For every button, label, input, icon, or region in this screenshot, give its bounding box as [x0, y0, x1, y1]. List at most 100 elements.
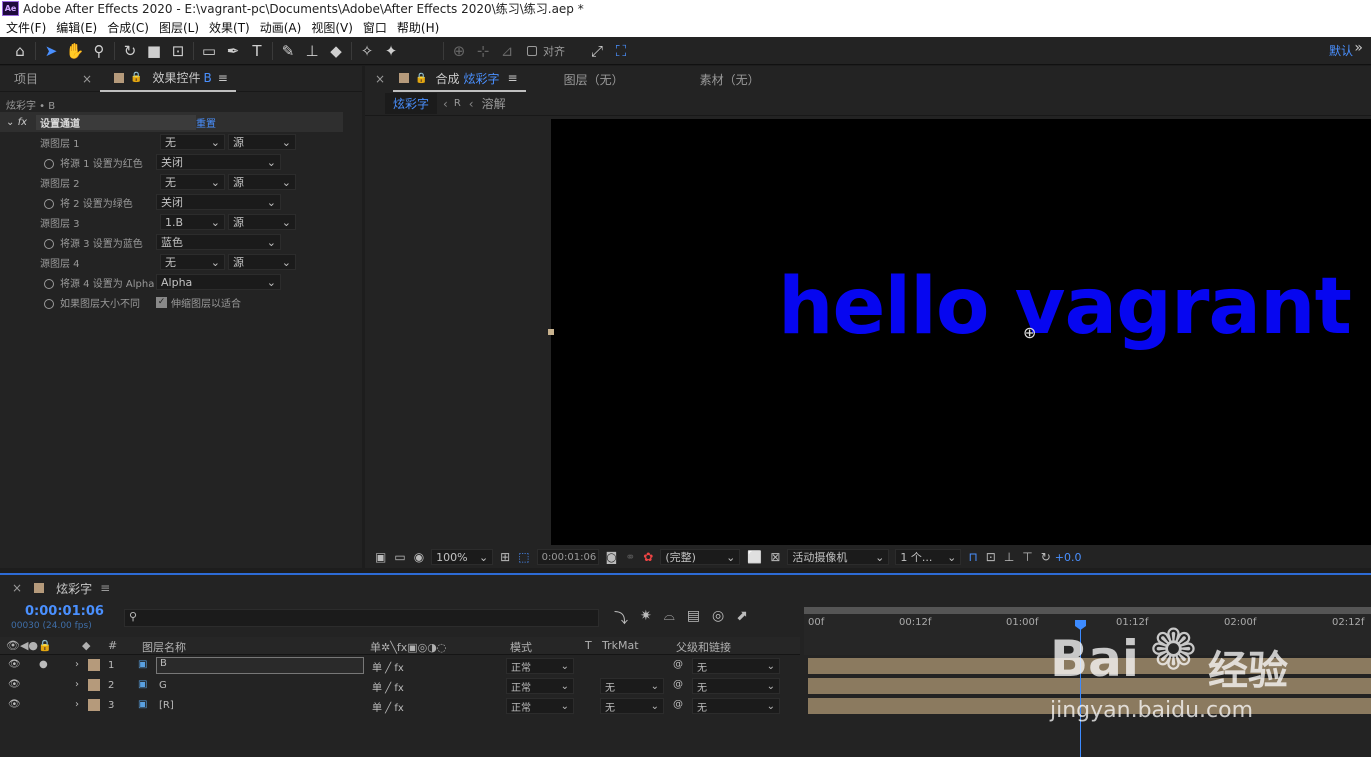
- camera-snapshot-icon[interactable]: ◙: [606, 550, 618, 564]
- menu-effect[interactable]: 效果(T): [209, 19, 250, 36]
- fit-checkbox[interactable]: ✓ 伸缩图层以适合: [156, 295, 241, 310]
- views-dropdown[interactable]: 1 个... ⌄: [895, 549, 962, 565]
- brush-tool-icon[interactable]: ✎: [276, 40, 300, 62]
- eraser-tool-icon[interactable]: ◆: [324, 40, 348, 62]
- motion-blur-icon[interactable]: ◎: [712, 608, 724, 628]
- menu-animation[interactable]: 动画(A): [260, 19, 302, 36]
- local-axis-icon[interactable]: ⊕: [447, 40, 471, 62]
- close-icon[interactable]: ×: [74, 72, 100, 86]
- source-layer-1-dropdown[interactable]: 无 ⌄: [160, 134, 225, 150]
- anchor-point-icon[interactable]: ⊕: [1023, 323, 1036, 342]
- trkmat-dropdown[interactable]: 无 ⌄: [600, 678, 664, 694]
- eye-icon[interactable]: 👁: [8, 679, 21, 690]
- reset-exposure-icon[interactable]: ↻: [1041, 550, 1051, 564]
- pen-tool-icon[interactable]: ✒: [221, 40, 245, 62]
- menu-file[interactable]: 文件(F): [6, 19, 46, 36]
- monitor-icon[interactable]: ▭: [394, 550, 405, 564]
- transparency-grid-icon[interactable]: ⊠: [770, 550, 780, 564]
- parent-dropdown[interactable]: 无 ⌄: [692, 658, 780, 674]
- panel-menu-icon[interactable]: ≡: [508, 71, 518, 85]
- menu-view[interactable]: 视图(V): [311, 19, 353, 36]
- shy-icon[interactable]: ⌓: [664, 608, 675, 628]
- preview-icon[interactable]: ▣: [375, 550, 386, 564]
- alpha-channel-dropdown[interactable]: Alpha ⌄: [156, 274, 281, 290]
- show-snapshot-icon[interactable]: ⚭: [625, 550, 635, 564]
- current-time-field[interactable]: 0:00:01:06: [536, 549, 599, 565]
- parent-dropdown[interactable]: 无 ⌄: [692, 678, 780, 694]
- toggle-pixel-icon[interactable]: ⊓: [968, 550, 977, 564]
- camera-tool-icon[interactable]: ■: [142, 40, 166, 62]
- layer-name[interactable]: [R]: [159, 700, 174, 711]
- layer-bar[interactable]: [808, 658, 1371, 674]
- timeline-icon[interactable]: ⊥: [1004, 550, 1014, 564]
- source-layer-2-dropdown[interactable]: 无 ⌄: [160, 174, 225, 190]
- rectangle-tool-icon[interactable]: ▭: [197, 40, 221, 62]
- stopwatch-icon[interactable]: [44, 278, 54, 289]
- frame-blending-icon[interactable]: ▤: [687, 608, 700, 628]
- work-area-bar[interactable]: [804, 607, 1371, 614]
- type-tool-icon[interactable]: T: [245, 40, 269, 62]
- layer-label-color[interactable]: [88, 679, 100, 691]
- roto-brush-tool-icon[interactable]: ✧: [355, 40, 379, 62]
- parent-dropdown[interactable]: 无 ⌄: [692, 698, 780, 714]
- selection-tool-icon[interactable]: ➤: [39, 40, 63, 62]
- flowchart-icon[interactable]: ⊤: [1022, 550, 1032, 564]
- workspace-default[interactable]: 默认: [1329, 42, 1353, 59]
- snap-feature-icon[interactable]: ⛶: [609, 40, 633, 62]
- region-icon[interactable]: ⬚: [518, 550, 529, 564]
- source-layer-1-mode-dropdown[interactable]: 源 ⌄: [228, 134, 296, 150]
- timeline-current-time[interactable]: 0:00:01:06: [25, 604, 104, 619]
- close-icon[interactable]: ×: [365, 72, 393, 86]
- clone-stamp-tool-icon[interactable]: ⊥: [300, 40, 324, 62]
- hand-tool-icon[interactable]: ✋: [63, 40, 87, 62]
- table-row[interactable]: 👁 › 2 ▣ G 单 ╱ fx 正常 ⌄ 无 ⌄ @ 无 ⌄: [0, 676, 800, 696]
- snap-checkbox[interactable]: [527, 45, 537, 56]
- workspace-menu-icon[interactable]: »: [1354, 40, 1363, 56]
- tab-project[interactable]: 项目: [0, 70, 46, 87]
- switches-icons[interactable]: 单 ╱ fx: [372, 679, 404, 694]
- layer-name[interactable]: B: [156, 657, 364, 674]
- current-time-indicator[interactable]: [1080, 628, 1081, 757]
- menu-window[interactable]: 窗口: [363, 19, 387, 36]
- table-row[interactable]: 👁 ● › 1 ▣ B 单 ╱ fx 正常 ⌄ @ 无 ⌄: [0, 656, 800, 676]
- layer-label-color[interactable]: [88, 699, 100, 711]
- timeline-search-input[interactable]: ⚲: [124, 609, 599, 627]
- switches-icons[interactable]: 单 ╱ fx: [372, 699, 404, 714]
- red-channel-dropdown[interactable]: 关闭 ⌄: [156, 154, 281, 170]
- snap-target-icon[interactable]: ⤢: [585, 40, 609, 62]
- draft-3d-icon[interactable]: ✷: [640, 608, 652, 628]
- home-icon[interactable]: ⌂: [8, 40, 32, 62]
- pan-behind-tool-icon[interactable]: ⊡: [166, 40, 190, 62]
- resolution-dropdown[interactable]: (完整) ⌄: [660, 549, 741, 565]
- comp-flowchart-icon[interactable]: ⤵: [614, 608, 628, 628]
- rotate-tool-icon[interactable]: ↻: [118, 40, 142, 62]
- blend-mode-dropdown[interactable]: 正常 ⌄: [506, 658, 574, 674]
- menu-edit[interactable]: 编辑(E): [56, 19, 97, 36]
- tab-composition[interactable]: 🔒 合成 炫彩字 ≡: [393, 66, 526, 92]
- time-ruler[interactable]: 00f 00:12f 01:00f 01:12f 02:00f 02:12f: [804, 607, 1371, 655]
- roi-icon[interactable]: ⬜: [747, 550, 762, 564]
- panel-menu-icon[interactable]: ≡: [218, 71, 228, 85]
- source-layer-3-mode-dropdown[interactable]: 源 ⌄: [228, 214, 296, 230]
- blend-mode-dropdown[interactable]: 正常 ⌄: [506, 698, 574, 714]
- graph-editor-icon[interactable]: ⬈: [736, 608, 748, 628]
- effect-reset-link[interactable]: 重置: [196, 115, 216, 130]
- layer-handle[interactable]: [548, 329, 554, 335]
- eye-icon[interactable]: 👁: [8, 699, 21, 710]
- pickwhip-icon[interactable]: @: [673, 659, 683, 670]
- stopwatch-icon[interactable]: [44, 158, 54, 169]
- breadcrumb-item[interactable]: 炫彩字: [385, 93, 438, 114]
- stopwatch-icon[interactable]: [44, 298, 54, 309]
- camera-dropdown[interactable]: 活动摄像机 ⌄: [787, 549, 890, 565]
- stopwatch-icon[interactable]: [44, 198, 54, 209]
- layer-label-color[interactable]: [88, 659, 100, 671]
- chevron-right-icon[interactable]: ›: [75, 659, 79, 670]
- breadcrumb-item[interactable]: R: [454, 98, 461, 109]
- tab-layer[interactable]: 图层（无）: [556, 71, 632, 88]
- view-axis-icon[interactable]: ⊿: [495, 40, 519, 62]
- close-icon[interactable]: ×: [0, 581, 22, 595]
- layer-bar[interactable]: [808, 678, 1371, 694]
- fx-icon[interactable]: ⌄ fx: [0, 117, 36, 128]
- mask-icon[interactable]: ◉: [414, 550, 424, 564]
- pickwhip-icon[interactable]: @: [673, 679, 683, 690]
